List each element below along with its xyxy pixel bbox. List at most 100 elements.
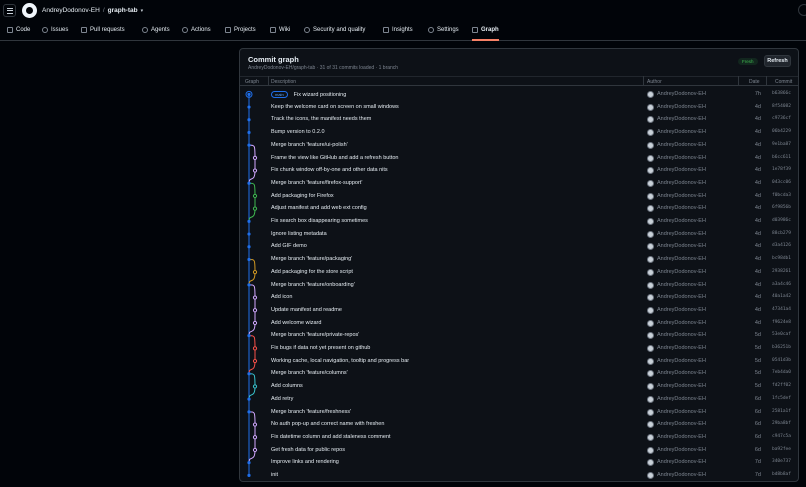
commit-message[interactable]: Working cache, local navigation, tooltip… — [271, 358, 409, 364]
table-row[interactable]: Fix bugs if data not yet present on gith… — [240, 342, 798, 355]
github-logo-icon[interactable] — [22, 3, 37, 18]
table-row[interactable]: Keep the welcome card on screen on small… — [240, 101, 798, 114]
column-divider[interactable] — [268, 76, 269, 86]
commit-message[interactable]: Fix datetime column and add staleness co… — [271, 434, 391, 440]
tab-graph[interactable]: Graph — [472, 27, 499, 41]
commit-message[interactable]: Get fresh data for public repos — [271, 447, 345, 453]
table-row[interactable]: Add packaging for the store script Andrey… — [240, 266, 798, 279]
table-row[interactable]: Fix search box disappearing sometimes And… — [240, 215, 798, 228]
tab-agents[interactable]: Agents — [142, 27, 170, 41]
commit-hash-link[interactable]: 043cc06 — [772, 180, 791, 185]
commit-author[interactable]: AndreyDodonov-EH — [657, 320, 706, 326]
commit-author[interactable]: AndreyDodonov-EH — [657, 459, 706, 465]
commit-hash-link[interactable]: f9624e8 — [772, 320, 791, 325]
user-avatar-button[interactable] — [798, 4, 806, 16]
table-row[interactable]: Add packaging for Firefox AndreyDodonov-E… — [240, 190, 798, 203]
commit-message[interactable]: Track the icons, the manifest needs them — [271, 116, 371, 122]
commit-author[interactable]: AndreyDodonov-EH — [657, 256, 706, 262]
commit-author[interactable]: AndreyDodonov-EH — [657, 409, 706, 415]
commit-author[interactable]: AndreyDodonov-EH — [657, 332, 706, 338]
commit-author[interactable]: AndreyDodonov-EH — [657, 358, 706, 364]
commit-hash-link[interactable]: f0bcda3 — [772, 193, 791, 198]
commit-author[interactable]: AndreyDodonov-EH — [657, 193, 706, 199]
commit-message[interactable]: Ignore listing metadata — [271, 231, 327, 237]
commit-message[interactable]: Adjust manifest and add web ext config — [271, 205, 367, 211]
table-row[interactable]: Merge branch 'feature/onboarding' AndreyD… — [240, 279, 798, 292]
tab-actions[interactable]: Actions — [182, 27, 211, 41]
table-row[interactable]: Get fresh data for public repos AndreyDod… — [240, 444, 798, 457]
table-row[interactable]: Add retry AndreyDodonov-EH 6d 1fc5def — [240, 393, 798, 406]
commit-hash-link[interactable]: bc98db1 — [772, 256, 791, 261]
owner-link[interactable]: AndreyDodonov-EH — [42, 7, 100, 14]
hamburger-menu-button[interactable] — [3, 4, 16, 17]
commit-hash-link[interactable]: 8f54082 — [772, 104, 791, 109]
table-row[interactable]: Merge branch 'feature/ui-polish' AndreyDo… — [240, 139, 798, 152]
chevron-down-icon[interactable]: ▾ — [141, 8, 144, 14]
commit-message[interactable]: Merge branch 'feature/firefox-support' — [271, 180, 362, 186]
table-row[interactable]: Improve links and rendering AndreyDodonov… — [240, 456, 798, 469]
commit-hash-link[interactable]: 7eb4da0 — [772, 370, 791, 375]
table-row[interactable]: Add welcome wizard AndreyDodonov-EH 4d f962… — [240, 317, 798, 330]
commit-author[interactable]: AndreyDodonov-EH — [657, 116, 706, 122]
commit-hash-link[interactable]: 340e737 — [772, 459, 791, 464]
table-row[interactable]: Adjust manifest and add web ext config An… — [240, 202, 798, 215]
commit-message[interactable]: Merge branch 'feature/private-repos' — [271, 332, 359, 338]
table-row[interactable]: Update manifest and readme AndreyDodonov-… — [240, 304, 798, 317]
commit-message[interactable]: Improve links and rendering — [271, 459, 339, 465]
commit-hash-link[interactable]: bd8b8af — [772, 472, 791, 477]
table-row[interactable]: Track the icons, the manifest needs them… — [240, 113, 798, 126]
commit-message[interactable]: Update manifest and readme — [271, 307, 342, 313]
commit-message[interactable]: Merge branch 'feature/columns' — [271, 370, 348, 376]
commit-hash-link[interactable]: b63866c — [772, 91, 791, 96]
commit-hash-link[interactable]: 0541d3b — [772, 358, 791, 363]
commit-message[interactable]: Add GIF demo — [271, 243, 307, 249]
commit-author[interactable]: AndreyDodonov-EH — [657, 167, 706, 173]
commit-author[interactable]: AndreyDodonov-EH — [657, 129, 706, 135]
commit-message[interactable]: Add packaging for the store script — [271, 269, 353, 275]
commit-hash-link[interactable]: a3a4c46 — [772, 282, 791, 287]
commit-hash-link[interactable]: 06b4229 — [772, 129, 791, 134]
commit-hash-link[interactable]: 40a1a42 — [772, 294, 791, 299]
table-row[interactable]: Ignore listing metadata AndreyDodonov-EH 4… — [240, 228, 798, 241]
table-row[interactable]: Merge branch 'feature/private-repos' Andr… — [240, 329, 798, 342]
tab-pull-requests[interactable]: Pull requests — [81, 27, 125, 41]
commit-author[interactable]: AndreyDodonov-EH — [657, 269, 706, 275]
commit-message[interactable]: init — [271, 472, 278, 478]
commit-hash-link[interactable]: b36251b — [772, 345, 791, 350]
repo-link[interactable]: graph-tab — [108, 7, 138, 14]
commit-hash-link[interactable]: 88cb279 — [772, 231, 791, 236]
commit-author[interactable]: AndreyDodonov-EH — [657, 447, 706, 453]
commit-hash-link[interactable]: fd2ff02 — [772, 383, 791, 388]
commit-message[interactable]: Fix bugs if data not yet present on gith… — [271, 345, 370, 351]
commit-message[interactable]: Merge branch 'feature/packaging' — [271, 256, 352, 262]
commit-message[interactable]: Merge branch 'feature/freshness' — [271, 409, 351, 415]
commit-hash-link[interactable]: c9736cf — [772, 116, 791, 121]
commit-hash-link[interactable]: c947c5a — [772, 434, 791, 439]
commit-author[interactable]: AndreyDodonov-EH — [657, 243, 706, 249]
tab-security[interactable]: Security and quality — [304, 27, 365, 41]
commit-hash-link[interactable]: b6cc611 — [772, 155, 791, 160]
table-row[interactable]: Add icon AndreyDodonov-EH 4d 40a1a42 — [240, 291, 798, 304]
table-row[interactable]: Merge branch 'feature/columns' AndreyDodo… — [240, 367, 798, 380]
commit-hash-link[interactable]: 47341a4 — [772, 307, 791, 312]
tab-settings[interactable]: Settings — [428, 27, 459, 41]
refresh-button[interactable]: Refresh — [764, 55, 791, 67]
commit-author[interactable]: AndreyDodonov-EH — [657, 104, 706, 110]
commit-author[interactable]: AndreyDodonov-EH — [657, 421, 706, 427]
commit-message[interactable]: Add columns — [271, 383, 303, 389]
commit-hash-link[interactable]: ba92fee — [772, 447, 791, 452]
commit-message[interactable]: Add welcome wizard — [271, 320, 321, 326]
commit-message[interactable]: Bump version to 0.2.0 — [271, 129, 325, 135]
commit-message[interactable]: Merge branch 'feature/onboarding' — [271, 282, 355, 288]
tab-insights[interactable]: Insights — [383, 27, 413, 41]
commit-author[interactable]: AndreyDodonov-EH — [657, 345, 706, 351]
commit-author[interactable]: AndreyDodonov-EH — [657, 205, 706, 211]
commit-message[interactable]: Merge branch 'feature/ui-polish' — [271, 142, 348, 148]
commit-hash-link[interactable]: d3a4126 — [772, 243, 791, 248]
commit-author[interactable]: AndreyDodonov-EH — [657, 218, 706, 224]
table-row[interactable]: Merge branch 'feature/firefox-support' An… — [240, 177, 798, 190]
commit-message[interactable]: Frame the view like GitHub and add a ref… — [271, 155, 398, 161]
commit-author[interactable]: AndreyDodonov-EH — [657, 155, 706, 161]
table-row[interactable]: Fix datetime column and add staleness co… — [240, 431, 798, 444]
column-divider[interactable] — [643, 76, 644, 86]
